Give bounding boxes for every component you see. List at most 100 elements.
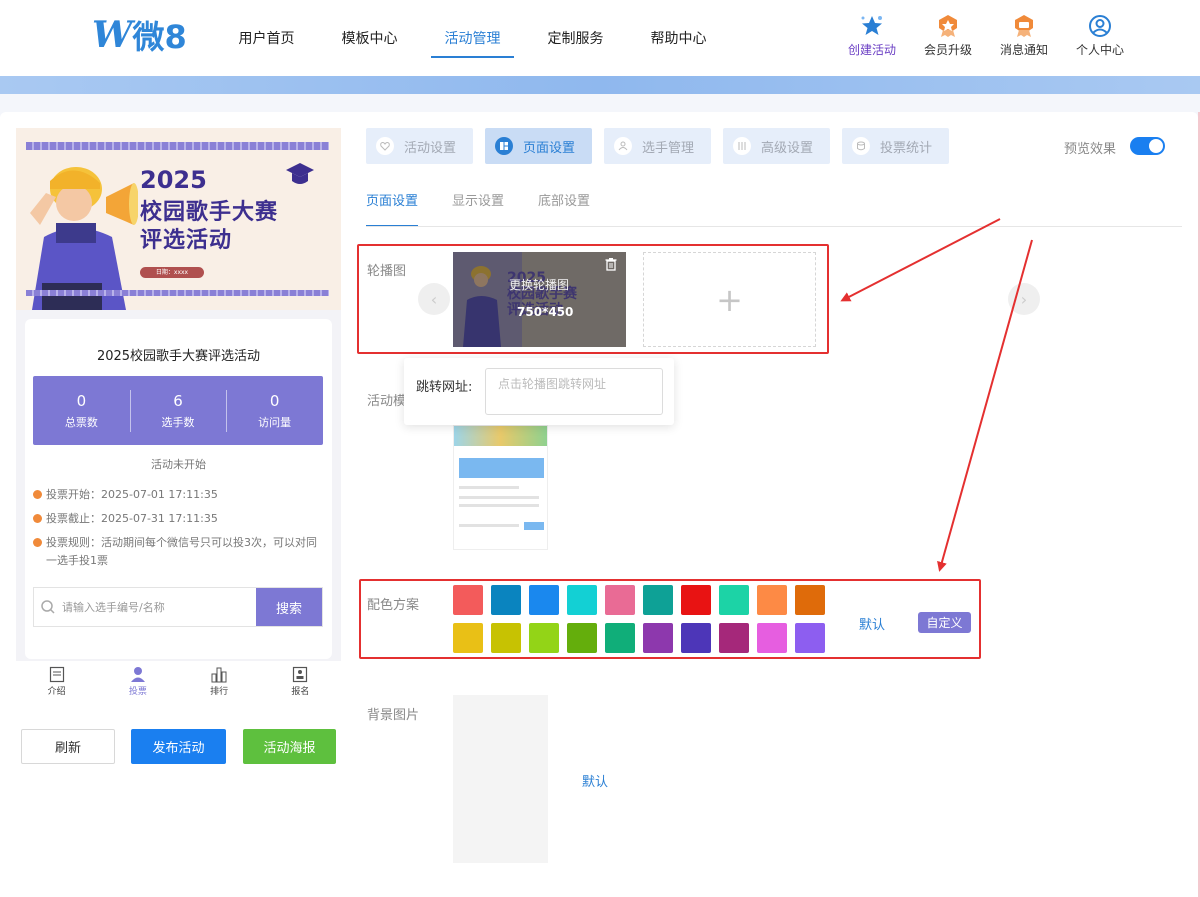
tab-label: 高级设置	[761, 140, 814, 156]
vote-rule-row: 投票规则：活动期间每个微信号只可以投3次，可以对同一选手投1票	[33, 534, 318, 570]
background-image-label: 背景图片	[367, 708, 420, 723]
tab-label: 页面设置	[523, 140, 576, 156]
subtab-footer-settings[interactable]: 底部设置	[538, 190, 590, 227]
chevron-right-icon: ›	[1020, 289, 1028, 309]
activity-card: 2025校园歌手大赛评选活动 0 总票数 6 选手数 0 访问量 活动未开始 投…	[25, 319, 332, 659]
tab-label: 投票统计	[880, 140, 933, 156]
stats-bar: 0 总票数 6 选手数 0 访问量	[33, 376, 323, 445]
page-subtabs: 页面设置 显示设置 底部设置	[366, 190, 624, 227]
clock-icon	[33, 538, 42, 547]
template-thumbnail[interactable]	[453, 425, 548, 550]
tab-page-settings[interactable]: 页面设置	[485, 128, 592, 164]
stat-label: 选手数	[161, 415, 195, 429]
banner-date-tag: 日期：xxxx	[140, 267, 204, 278]
badge-icon	[292, 664, 308, 684]
vote-rule-text: 投票规则：活动期间每个微信号只可以投3次，可以对同一选手投1票	[46, 536, 317, 567]
jump-url-input[interactable]: 点击轮播图跳转网址	[485, 368, 663, 415]
preview-banner: 2025 校园歌手大赛 评选活动 日期：xxxx	[16, 128, 341, 310]
settings-icon	[733, 137, 751, 155]
site-logo[interactable]: W 微8	[92, 14, 187, 56]
nav-help[interactable]: 帮助中心	[627, 0, 730, 76]
tab-advanced-settings[interactable]: 高级设置	[723, 128, 830, 164]
search-button[interactable]: 搜索	[256, 588, 322, 626]
activity-status: 活动未开始	[151, 458, 206, 471]
carousel-next-button[interactable]: ›	[1008, 283, 1040, 315]
subtab-display-settings[interactable]: 显示设置	[452, 190, 504, 227]
main-nav: 用户首页 模板中心 活动管理 定制服务 帮助中心	[215, 0, 730, 76]
member-upgrade-button[interactable]: 会员升级	[910, 14, 986, 58]
vote-end-row: 投票截止：2025-07-31 17:11:35	[33, 510, 323, 528]
message-notify-label: 消息通知	[999, 43, 1048, 57]
database-icon	[852, 137, 870, 155]
banner-year: 2025	[140, 166, 207, 194]
nav-activity-management[interactable]: 活动管理	[421, 0, 524, 76]
stat-value: 6	[173, 391, 183, 410]
bar-chart-icon	[211, 664, 227, 684]
heart-icon	[376, 137, 394, 155]
settings-tabs: 活动设置 页面设置 选手管理 高级设置 投票统计	[366, 128, 961, 164]
tab-ranking[interactable]: 排行	[179, 661, 260, 701]
template-thumb-stats	[459, 458, 544, 478]
subtab-page-settings[interactable]: 页面设置	[366, 190, 419, 227]
tab-label: 介绍	[47, 687, 66, 697]
tab-label: 活动设置	[404, 140, 457, 156]
banner-stripe-bottom	[26, 290, 329, 296]
banner-title-line2: 评选活动	[140, 228, 233, 253]
search-input[interactable]: 请输入选手编号/名称	[62, 588, 256, 626]
personal-center-button[interactable]: 个人中心	[1062, 14, 1138, 58]
preview-toggle[interactable]	[1130, 137, 1165, 155]
tab-label: 排行	[210, 687, 229, 697]
nav-home[interactable]: 用户首页	[215, 0, 318, 76]
tab-activity-settings[interactable]: 活动设置	[366, 128, 473, 164]
stat-visits: 0 访问量	[226, 376, 323, 445]
tab-vote[interactable]: 投票	[97, 661, 178, 701]
stat-label: 访问量	[258, 415, 292, 429]
refresh-button[interactable]: 刷新	[21, 729, 115, 764]
member-badge-icon	[937, 14, 959, 38]
star-icon	[859, 14, 885, 38]
layout-icon	[495, 137, 513, 155]
tab-label: 报名	[291, 687, 310, 697]
contestant-search: 请输入选手编号/名称 搜索	[33, 587, 323, 627]
activity-poster-button[interactable]: 活动海报	[243, 729, 336, 764]
template-thumb-button	[524, 522, 544, 530]
tab-contestant-management[interactable]: 选手管理	[604, 128, 711, 164]
subtab-divider	[366, 226, 1182, 227]
clock-icon	[33, 514, 42, 523]
search-icon	[34, 588, 62, 626]
tab-signup[interactable]: 报名	[260, 661, 341, 701]
message-notify-button[interactable]: 消息通知	[986, 14, 1062, 58]
logo-text: 微8	[132, 18, 187, 56]
document-icon	[49, 664, 65, 684]
personal-center-label: 个人中心	[1075, 43, 1124, 57]
nav-templates[interactable]: 模板中心	[318, 0, 421, 76]
stat-total-votes: 0 总票数	[33, 376, 130, 445]
person-icon	[614, 137, 632, 155]
highlight-color-scheme	[359, 579, 981, 659]
tab-vote-statistics[interactable]: 投票统计	[842, 128, 949, 164]
preview-effect-label: 预览效果	[1064, 142, 1117, 157]
stat-value: 0	[76, 391, 87, 410]
tab-intro[interactable]: 介绍	[16, 661, 97, 701]
create-activity-button[interactable]: 创建活动	[834, 14, 910, 58]
message-badge-icon	[1013, 14, 1035, 38]
clock-icon	[33, 490, 42, 499]
publish-activity-button[interactable]: 发布活动	[131, 729, 226, 764]
stat-value: 0	[269, 391, 280, 410]
stat-label: 总票数	[64, 415, 98, 429]
banner-stripe-top	[26, 142, 329, 150]
preview-tabbar: 介绍 投票 排行 报名	[16, 661, 341, 701]
nav-custom-service[interactable]: 定制服务	[524, 0, 627, 76]
person-icon	[130, 664, 146, 684]
background-default-button[interactable]: 默认	[582, 771, 608, 790]
vote-start-text: 投票开始：2025-07-01 17:11:35	[46, 488, 218, 501]
background-image-box[interactable]	[453, 695, 548, 863]
template-label: 活动模	[367, 394, 407, 409]
template-thumb-line	[459, 524, 519, 527]
graduation-cap-icon	[286, 163, 314, 184]
template-thumb-line	[459, 486, 519, 489]
create-activity-label: 创建活动	[847, 43, 896, 57]
top-header: W 微8 用户首页 模板中心 活动管理 定制服务 帮助中心 创建活动 会员升级 …	[0, 0, 1200, 76]
template-thumb-line	[459, 496, 539, 499]
jump-url-popup: 跳转网址: 点击轮播图跳转网址	[404, 358, 674, 425]
